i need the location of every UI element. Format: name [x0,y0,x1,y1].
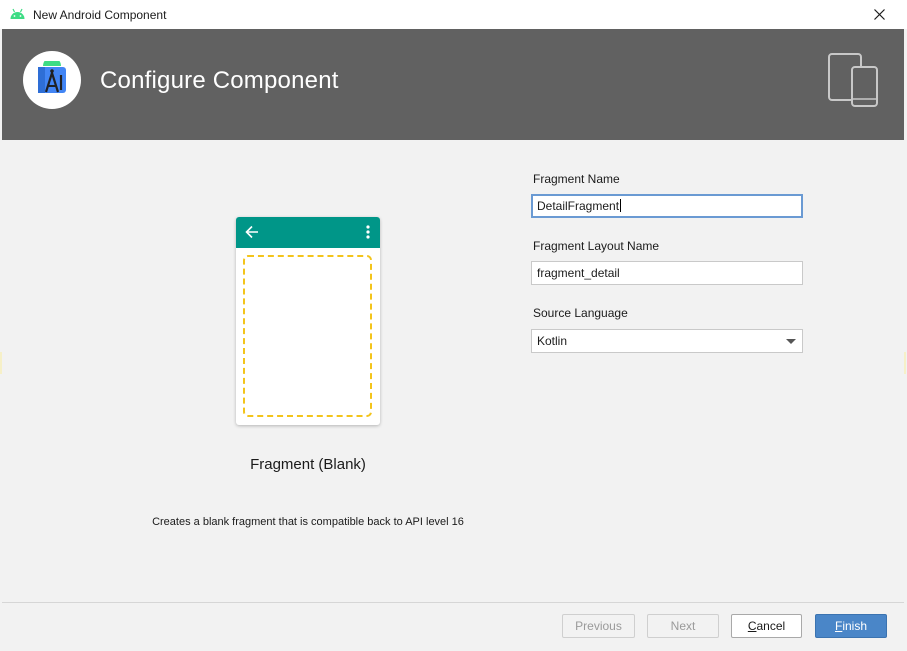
layout-name-input[interactable]: fragment_detail [531,261,803,285]
next-button[interactable]: Next [647,614,719,638]
layout-name-label: Fragment Layout Name [533,239,660,253]
fragment-name-value: DetailFragment [537,199,620,213]
finish-button[interactable]: Finish [815,614,887,638]
preview-app-bar [236,217,380,248]
finish-mnemonic: F [834,619,843,633]
source-language-select[interactable]: Kotlin [531,329,803,353]
left-edge-marker [0,352,2,374]
fragment-name-input[interactable]: DetailFragment [531,194,803,218]
cancel-label: ancel [756,619,786,633]
fragment-placeholder [243,255,372,417]
fragment-name-label: Fragment Name [533,172,620,186]
close-icon [873,9,885,20]
cancel-button[interactable]: Cancel [731,614,802,638]
text-caret [620,199,622,212]
source-language-value: Kotlin [537,334,568,348]
page-title: Configure Component [100,67,339,94]
title-bar: New Android Component [0,0,907,29]
chevron-down-icon [786,339,796,344]
template-name: Fragment (Blank) [250,456,366,473]
previous-button[interactable]: Previous [562,614,635,638]
content-area: Fragment (Blank) Creates a blank fragmen… [2,140,904,602]
android-head-icon [9,8,26,20]
close-button[interactable] [851,0,907,29]
layout-name-value: fragment_detail [537,266,620,280]
more-vert-icon [366,225,370,242]
template-description: Creates a blank fragment that is compati… [152,516,464,528]
window-title: New Android Component [33,8,167,22]
source-language-label: Source Language [533,306,628,320]
button-bar: Previous Next Cancel Finish [2,603,904,649]
cancel-mnemonic: C [747,619,757,633]
finish-label: inish [842,619,868,633]
header-banner: Configure Component [2,29,904,140]
android-studio-logo-icon [23,51,81,109]
arrow-back-icon [245,225,259,242]
template-preview [236,217,380,425]
right-edge-marker [904,352,906,374]
phone-tablet-icon [828,53,878,110]
